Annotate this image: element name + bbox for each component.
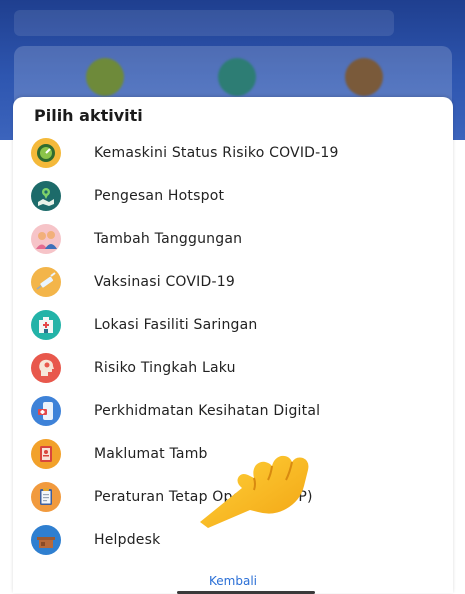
- activity-item-label: Risiko Tingkah Laku: [94, 360, 236, 376]
- desk-icon: [31, 525, 61, 555]
- activity-item-label: Maklumat Tamb: [94, 446, 208, 462]
- activity-item-vaccination[interactable]: Vaksinasi COVID-19: [31, 264, 441, 300]
- sheet-title: Pilih aktiviti: [34, 106, 143, 125]
- activity-item-label: Tambah Tanggungan: [94, 231, 243, 247]
- background-icon: [218, 58, 256, 96]
- activity-item-label: Kemaskini Status Risiko COVID-19: [94, 145, 339, 161]
- activity-item-behaviour-risk[interactable]: Risiko Tingkah Laku: [31, 350, 441, 386]
- gauge-icon: [31, 138, 61, 168]
- back-button[interactable]: Kembali: [13, 574, 453, 588]
- family-icon: [31, 224, 61, 254]
- activity-item-risk-status[interactable]: Kemaskini Status Risiko COVID-19: [31, 135, 441, 171]
- background-icon: [345, 58, 383, 96]
- background-icon: [86, 58, 124, 96]
- phone-health-icon: [31, 396, 61, 426]
- activity-item-label: Pengesan Hotspot: [94, 188, 225, 204]
- clipboard-icon: [31, 482, 61, 512]
- activity-item-label: Vaksinasi COVID-19: [94, 274, 235, 290]
- activity-item-hotspot[interactable]: Pengesan Hotspot: [31, 178, 441, 214]
- map-pin-icon: [31, 181, 61, 211]
- head-icon: [31, 353, 61, 383]
- activity-item-dependents[interactable]: Tambah Tanggungan: [31, 221, 441, 257]
- activity-item-label: Perkhidmatan Kesihatan Digital: [94, 403, 321, 419]
- activity-item-label: Lokasi Fasiliti Saringan: [94, 317, 258, 333]
- pointing-hand-icon: [200, 455, 309, 528]
- background-header: [14, 10, 394, 36]
- syringe-icon: [31, 267, 61, 297]
- info-card-icon: [31, 439, 61, 469]
- activity-item-screening-location[interactable]: Lokasi Fasiliti Saringan: [31, 307, 441, 343]
- activity-item-digital-health[interactable]: Perkhidmatan Kesihatan Digital: [31, 393, 441, 429]
- activity-item-label: Helpdesk: [94, 532, 161, 548]
- hospital-icon: [31, 310, 61, 340]
